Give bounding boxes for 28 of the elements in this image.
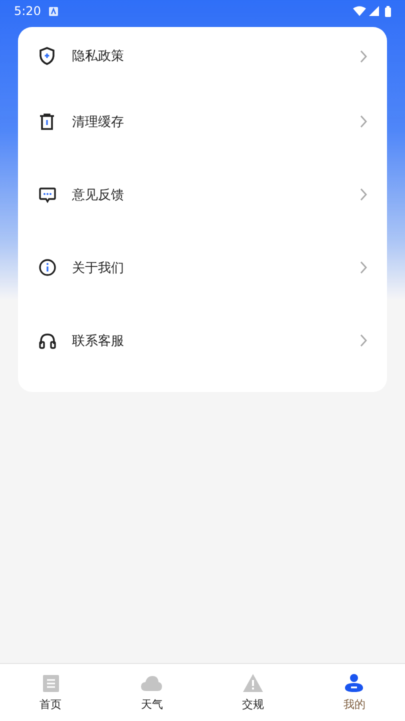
tab[interactable]: 我的: [304, 664, 405, 721]
wifi-icon: [353, 6, 366, 16]
signal-icon: [369, 6, 379, 16]
chevron-right-icon: [360, 50, 367, 62]
menu-item[interactable]: 关于我们: [18, 231, 387, 304]
shield-icon: [39, 47, 55, 65]
menu-item[interactable]: 清理缓存: [18, 85, 387, 158]
message-icon: [38, 186, 56, 202]
status-time: 5:20: [14, 4, 41, 18]
menu-item[interactable]: 隐私政策: [18, 27, 387, 85]
chevron-right-icon: [360, 334, 367, 347]
cloud-icon: [141, 676, 162, 690]
info-icon: [38, 259, 56, 276]
chevron-right-icon: [360, 261, 367, 274]
tab[interactable]: 交规: [202, 664, 304, 721]
tab[interactable]: 首页: [0, 664, 102, 721]
battery-icon: [385, 6, 391, 16]
trash-icon: [39, 113, 55, 130]
headset-icon: [38, 332, 56, 348]
tab[interactable]: 天气: [101, 664, 202, 721]
menu-item[interactable]: 意见反馈: [18, 158, 387, 231]
chevron-right-icon: [360, 188, 367, 201]
chevron-right-icon: [360, 115, 367, 128]
warning-icon: [243, 674, 264, 692]
document-icon: [42, 674, 59, 692]
menu-item[interactable]: 联系客服: [18, 304, 387, 377]
user-icon: [345, 674, 364, 692]
notification-icon: [48, 6, 58, 16]
